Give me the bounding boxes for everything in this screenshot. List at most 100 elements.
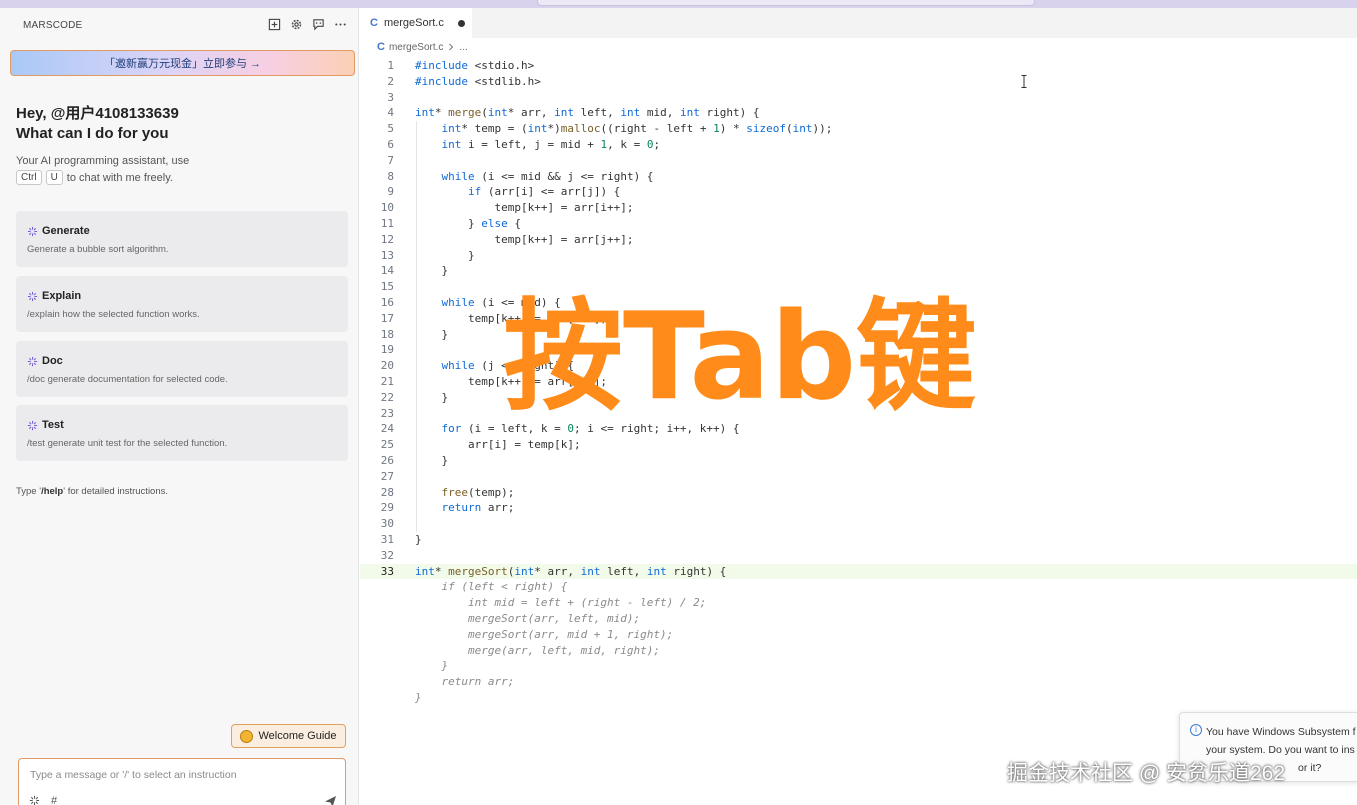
- code-line[interactable]: 19: [360, 342, 1357, 358]
- line-number: 8: [387, 169, 394, 183]
- ai-chat-sidebar: MARSCODE 「邀新赢万元现金」立即参与 → Hey, @用户4108133…: [0, 8, 359, 805]
- line-number: 17: [380, 311, 394, 325]
- code-line[interactable]: 1 #include <stdio.h>: [360, 58, 1357, 74]
- code-line[interactable]: 16 while (i <= mid) {: [360, 295, 1357, 311]
- code-line[interactable]: 28 free(temp);: [360, 485, 1357, 501]
- chat-input[interactable]: [30, 769, 330, 781]
- code-text: #include <stdlib.h>: [415, 74, 541, 88]
- unsaved-dot-icon[interactable]: [457, 19, 465, 27]
- line-number: 27: [380, 469, 394, 483]
- test-card[interactable]: Test /test generate unit test for the se…: [16, 405, 348, 461]
- help-hint: Type '/help' for detailed instructions.: [16, 486, 169, 497]
- sparkle-icon: [27, 226, 38, 236]
- chat-tools: #: [29, 795, 57, 805]
- code-line[interactable]: 9 if (arr[i] <= arr[j]) {: [360, 184, 1357, 200]
- notification-toast[interactable]: i You have Windows Subsystem f your syst…: [1179, 712, 1357, 782]
- code-line[interactable]: 17 temp[k++] = arr[i++];: [360, 311, 1357, 327]
- hash-context-button[interactable]: #: [51, 795, 57, 805]
- code-text: arr[i] = temp[k];: [415, 438, 581, 452]
- code-text: temp[k++] = arr[j++];: [415, 232, 634, 246]
- code-line[interactable]: 26 }: [360, 453, 1357, 469]
- sparkle-icon[interactable]: [29, 795, 40, 805]
- ctrl-key: Ctrl: [16, 170, 42, 185]
- code-text: } else {: [415, 217, 521, 230]
- breadcrumb-file[interactable]: mergeSort.c: [389, 42, 443, 53]
- ghost-text: }: [415, 691, 422, 704]
- ghost-text: return arr;: [415, 675, 515, 689]
- code-text: }: [415, 248, 475, 262]
- code-line[interactable]: 24 for (i = left, k = 0; i <= right; i++…: [360, 421, 1357, 437]
- code-text: #include <stdio.h>: [415, 59, 535, 72]
- code-line[interactable]: 14 }: [360, 263, 1357, 279]
- code-line[interactable]: 11 } else {: [360, 216, 1357, 232]
- code-line[interactable]: 27: [360, 469, 1357, 485]
- notification-line: or it?: [1298, 762, 1322, 774]
- gear-icon[interactable]: [289, 17, 303, 31]
- send-icon[interactable]: [324, 795, 337, 805]
- code-line[interactable]: 25 arr[i] = temp[k];: [360, 437, 1357, 453]
- card-description: /test generate unit test for the selecte…: [27, 438, 228, 449]
- new-chat-icon[interactable]: [267, 17, 281, 31]
- ghost-suggestion-line: if (left < right) {: [360, 579, 1357, 595]
- line-number: 7: [387, 153, 394, 167]
- code-line[interactable]: 6 int i = left, j = mid + 1, k = 0;: [360, 137, 1357, 153]
- welcome-guide-button[interactable]: Welcome Guide: [231, 724, 346, 748]
- promo-banner[interactable]: 「邀新赢万元现金」立即参与 →: [10, 50, 355, 76]
- code-line[interactable]: 2 #include <stdlib.h>: [360, 74, 1357, 90]
- tab-label: mergeSort.c: [383, 17, 444, 29]
- breadcrumb-more[interactable]: ...: [459, 42, 467, 53]
- code-editor: C mergeSort.c C mergeSort.c ... 1 #includ…: [360, 8, 1357, 805]
- generate-card[interactable]: Generate Generate a bubble sort algorith…: [16, 211, 348, 267]
- more-icon[interactable]: [333, 17, 347, 31]
- command-center[interactable]: [537, 0, 1035, 6]
- line-number: 30: [380, 517, 394, 531]
- line-number: 28: [380, 485, 394, 499]
- code-line[interactable]: 10 temp[k++] = arr[i++];: [360, 200, 1357, 216]
- ghost-suggestion-line: mergeSort(arr, left, mid);: [360, 611, 1357, 627]
- code-line[interactable]: 8 while (i <= mid && j <= right) {: [360, 169, 1357, 185]
- line-number: 29: [380, 501, 394, 515]
- doc-card[interactable]: Doc /doc generate documentation for sele…: [16, 341, 348, 397]
- c-file-icon: C: [377, 41, 385, 53]
- line-number: 15: [380, 280, 394, 294]
- code-line[interactable]: 5 int* temp = (int*)malloc((right - left…: [360, 121, 1357, 137]
- line-number: 31: [380, 533, 394, 546]
- code-text: while (i <= mid) {: [441, 296, 561, 309]
- assistant-description: Your AI programming assistant, use: [16, 155, 190, 167]
- line-number: 2: [387, 74, 394, 88]
- code-line[interactable]: 13 }: [360, 248, 1357, 264]
- card-description: /doc generate documentation for selected…: [27, 374, 228, 385]
- code-line[interactable]: 30: [360, 516, 1357, 532]
- sidebar-toolbar: [267, 17, 347, 31]
- greeting-question: What can I do for you: [16, 125, 169, 142]
- code-text: free(temp);: [441, 485, 515, 499]
- code-line[interactable]: 3: [360, 90, 1357, 106]
- line-number: 4: [387, 106, 394, 120]
- code-line[interactable]: 29 return arr;: [360, 500, 1357, 516]
- code-line[interactable]: 18 }: [360, 327, 1357, 343]
- sparkle-icon: [27, 420, 38, 430]
- ghost-text: }: [415, 659, 449, 673]
- feedback-icon[interactable]: [311, 17, 325, 31]
- line-number: 13: [380, 248, 394, 262]
- ghost-text: merge(arr, left, mid, right);: [415, 643, 661, 657]
- code-text: return arr;: [441, 501, 515, 515]
- code-line[interactable]: 20 while (j <= right) {: [360, 358, 1357, 374]
- code-line[interactable]: 33 int* mergeSort(int* arr, int left, int…: [360, 563, 1357, 580]
- code-line[interactable]: 12 temp[k++] = arr[j++];: [360, 232, 1357, 248]
- code-line[interactable]: 31}: [360, 532, 1357, 548]
- code-text: }: [415, 327, 449, 341]
- code-line[interactable]: 4 int* merge(int* arr, int left, int mid,…: [360, 105, 1357, 121]
- tab-mergesort[interactable]: C mergeSort.c: [360, 8, 472, 38]
- code-line[interactable]: 23: [360, 406, 1357, 422]
- code-line[interactable]: 15: [360, 279, 1357, 295]
- ghost-suggestion-line: mergeSort(arr, mid + 1, right);: [360, 627, 1357, 643]
- line-number: 22: [380, 390, 394, 404]
- editor-tab-bar: C mergeSort.c: [360, 8, 1357, 38]
- explain-card[interactable]: Explain /explain how the selected functi…: [16, 276, 348, 332]
- welcome-guide-label: Welcome Guide: [258, 730, 337, 742]
- code-line[interactable]: 21 temp[k++] = arr[j++];: [360, 374, 1357, 390]
- code-line[interactable]: 32: [360, 548, 1357, 564]
- code-line[interactable]: 7: [360, 153, 1357, 169]
- code-line[interactable]: 22 }: [360, 390, 1357, 406]
